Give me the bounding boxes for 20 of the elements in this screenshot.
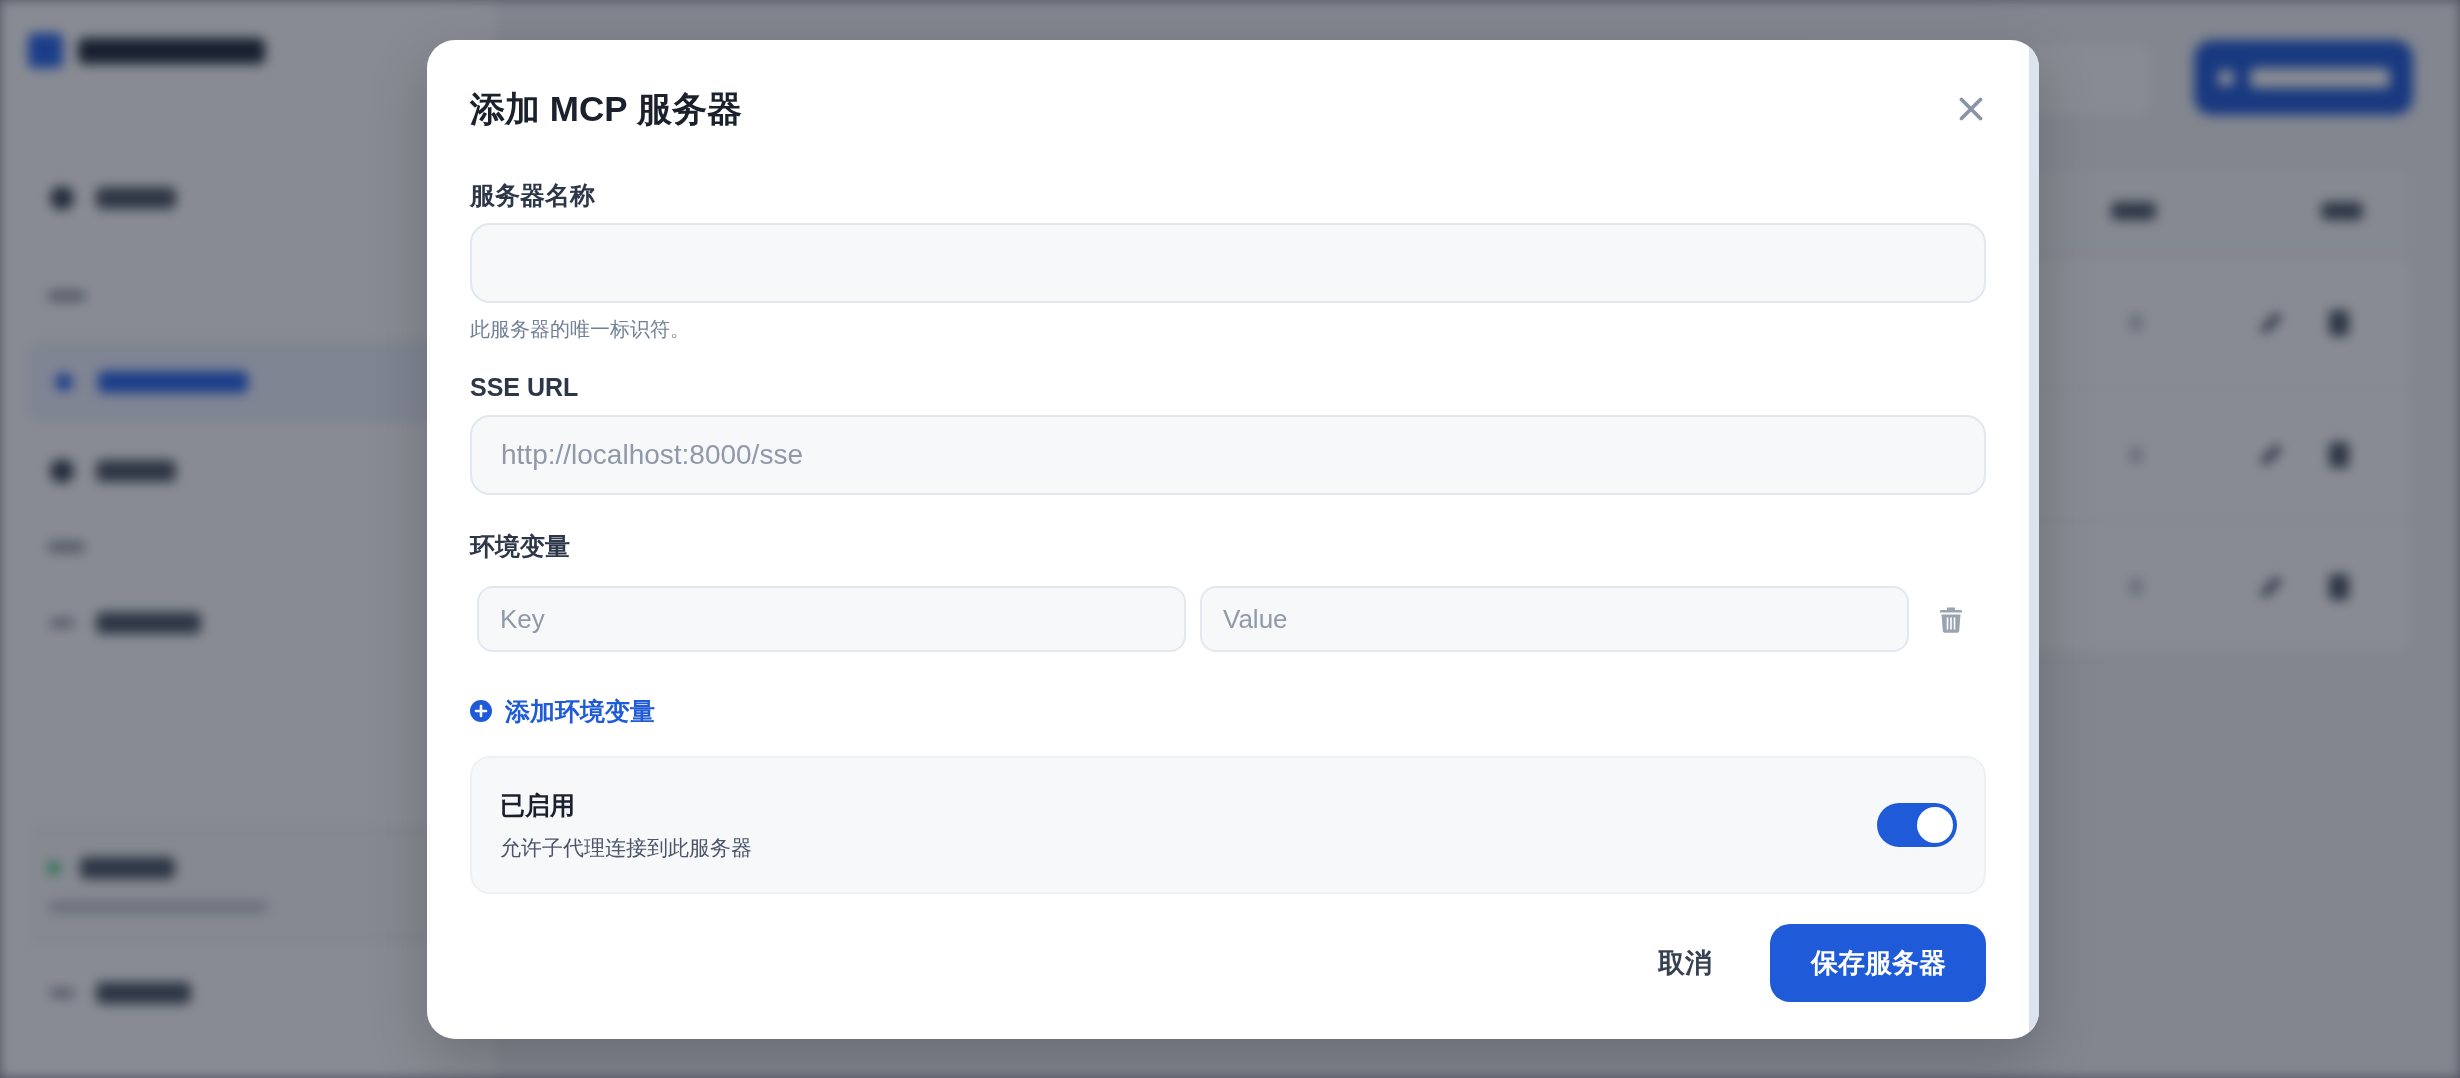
add-env-var-link[interactable]: 添加环境变量	[470, 695, 655, 727]
toggle-switch[interactable]	[1877, 803, 1957, 847]
key-field[interactable]: Key	[477, 586, 1186, 652]
field-label: 环境变量	[470, 531, 571, 562]
save-button[interactable]: 保存服务器	[1770, 924, 1986, 1002]
field-label: 服务器名称	[470, 180, 596, 211]
delete-button[interactable]	[1940, 605, 1962, 633]
field-hint: 此服务器的唯一标识符。	[470, 317, 691, 342]
close-button[interactable]	[1959, 97, 1983, 121]
text-field[interactable]	[470, 223, 1986, 303]
trash-icon	[1940, 605, 1962, 633]
value-field[interactable]: Value	[1200, 586, 1909, 652]
close-icon	[1959, 97, 1983, 121]
setting-title: 已启用	[500, 789, 576, 821]
text-field[interactable]: http://localhost:8000/sse	[470, 415, 1986, 495]
dialog-title: 添加 MCP 服务器	[470, 88, 742, 130]
setting-description: 允许子代理连接到此服务器	[500, 834, 752, 861]
field-label: SSE URL	[470, 372, 580, 403]
cancel-button[interactable]: 取消	[1632, 924, 1738, 1002]
plus-circle-icon	[470, 700, 492, 722]
